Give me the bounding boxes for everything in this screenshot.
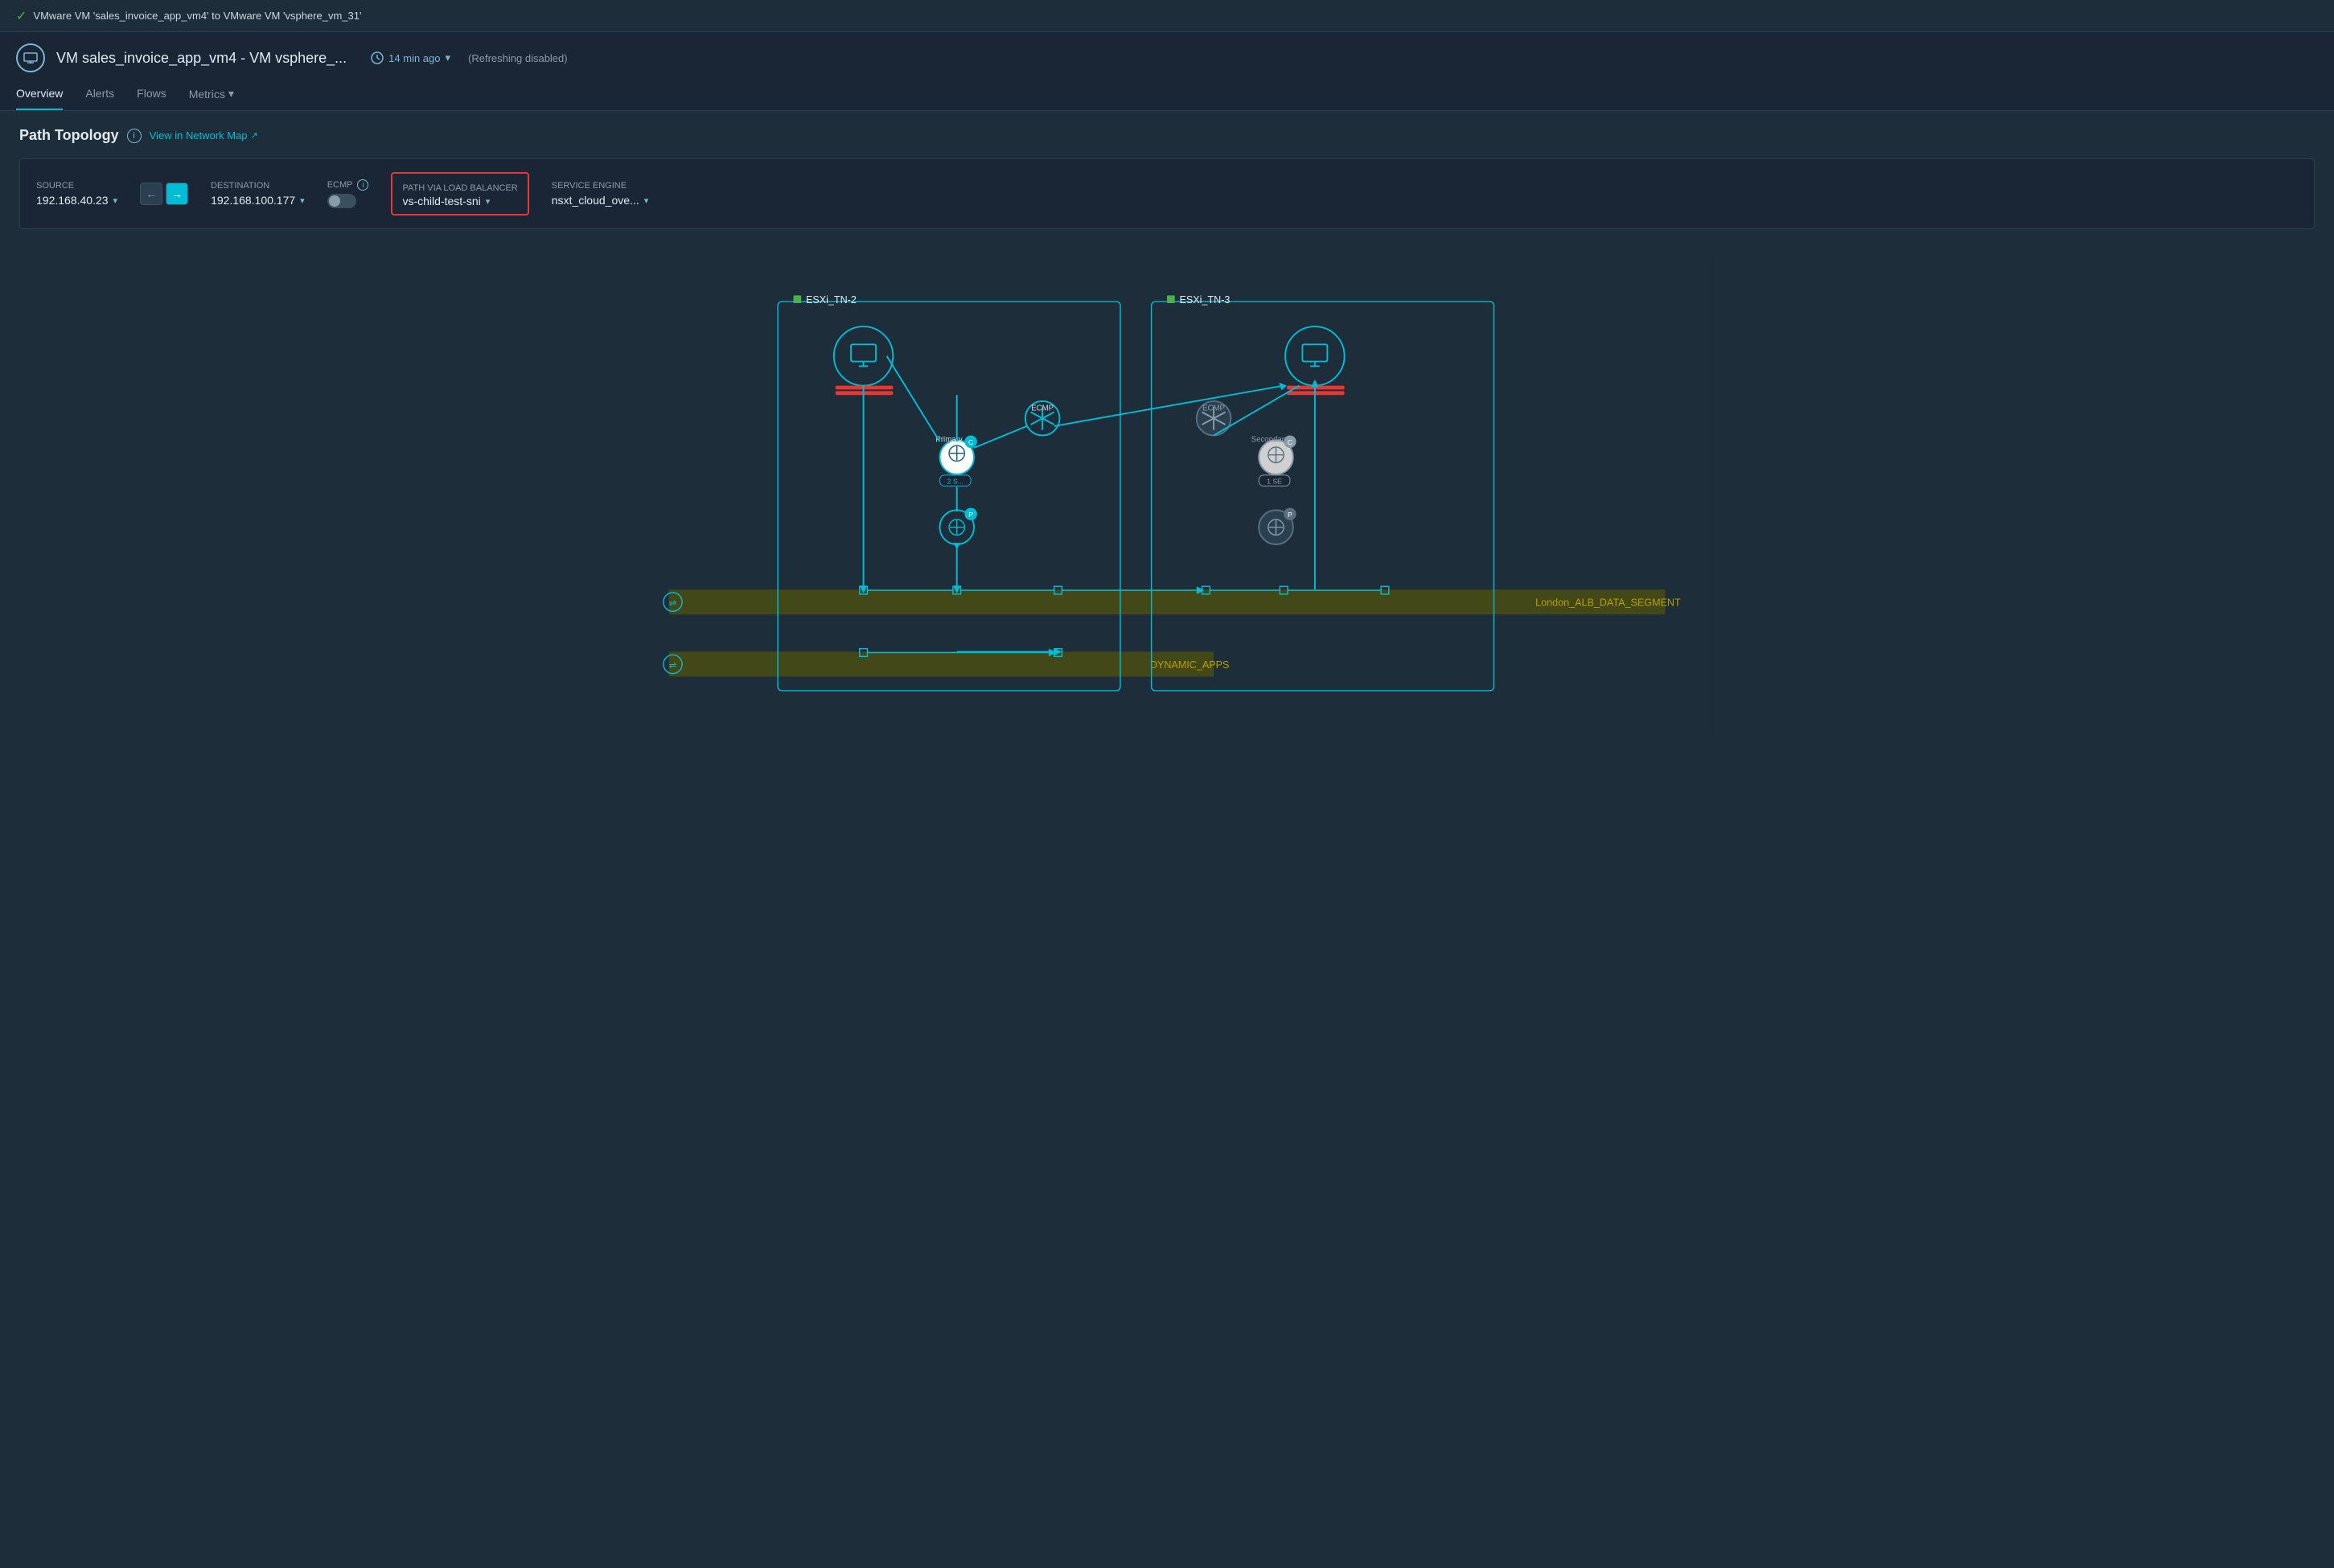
svg-text:London_ALB_DATA_SEGMENT: London_ALB_DATA_SEGMENT <box>1535 597 1681 608</box>
destination-dropdown-icon: ▾ <box>300 195 305 206</box>
svg-text:⇌: ⇌ <box>669 597 677 608</box>
svg-text:ECMP: ECMP <box>1031 404 1054 413</box>
svg-text:P: P <box>968 511 973 519</box>
path-topology-info-icon[interactable]: i <box>127 129 142 143</box>
view-network-map-link[interactable]: View in Network Map ↗ <box>150 129 258 142</box>
time-label: 14 min ago <box>388 52 440 64</box>
external-link-icon: ↗ <box>251 130 258 141</box>
source-control: Source 192.168.40.23 ▾ <box>36 181 117 207</box>
service-engine-control: Service Engine nsxt_cloud_ove... ▾ <box>552 181 649 207</box>
svg-text:ESXi_TN-2: ESXi_TN-2 <box>806 294 857 306</box>
time-dropdown-icon: ▾ <box>446 51 451 64</box>
ecmp-info-icon[interactable]: i <box>357 179 368 191</box>
direction-left-button[interactable]: ← <box>140 183 162 205</box>
svg-text:1 SE: 1 SE <box>1267 478 1282 486</box>
service-engine-label: Service Engine <box>552 181 649 191</box>
ecmp-control: ECMP i <box>327 179 369 208</box>
svg-text:C: C <box>968 438 973 446</box>
svg-text:⇌: ⇌ <box>669 660 677 671</box>
topology-diagram: London_ALB_DATA_SEGMENT DYNAMIC_APPS ⇌ ⇌… <box>19 255 2315 741</box>
tab-overview[interactable]: Overview <box>16 82 63 110</box>
service-engine-value[interactable]: nsxt_cloud_ove... ▾ <box>552 194 649 207</box>
source-value[interactable]: 192.168.40.23 ▾ <box>36 194 117 207</box>
section-title: Path Topology <box>19 127 119 144</box>
nav-tabs: Overview Alerts Flows Metrics ▾ <box>16 82 2318 110</box>
svg-text:DYNAMIC_APPS: DYNAMIC_APPS <box>1150 659 1230 671</box>
destination-control: Destination 192.168.100.177 ▾ <box>211 181 305 207</box>
svg-text:ECMP: ECMP <box>1202 404 1225 413</box>
svg-text:ESXi_TN-3: ESXi_TN-3 <box>1179 294 1230 306</box>
path-via-lb-control: Path via Load Balancer vs-child-test-sni… <box>391 172 528 215</box>
direction-right-button[interactable]: → <box>166 183 188 205</box>
top-bar-text: VMware VM 'sales_invoice_app_vm4' to VMw… <box>33 10 361 22</box>
svg-text:2 S...: 2 S... <box>947 478 964 486</box>
destination-value[interactable]: 192.168.100.177 ▾ <box>211 194 305 207</box>
source-dropdown-icon: ▾ <box>113 195 118 206</box>
svg-text:Primary: Primary <box>935 435 962 444</box>
ecmp-label: ECMP <box>327 180 353 190</box>
tab-alerts[interactable]: Alerts <box>85 82 114 110</box>
path-via-lb-dropdown-icon: ▾ <box>486 196 491 207</box>
tab-flows[interactable]: Flows <box>137 82 166 110</box>
check-icon: ✓ <box>16 8 27 24</box>
page-header: VM sales_invoice_app_vm4 - VM vsphere_..… <box>0 32 2334 111</box>
service-engine-dropdown-icon: ▾ <box>644 195 649 206</box>
top-notification-bar: ✓ VMware VM 'sales_invoice_app_vm4' to V… <box>0 0 2334 32</box>
direction-buttons: ← → <box>140 183 188 205</box>
destination-label: Destination <box>211 181 305 191</box>
svg-text:Secondary: Secondary <box>1251 435 1288 444</box>
tab-metrics[interactable]: Metrics ▾ <box>189 82 234 110</box>
main-content: Path Topology i View in Network Map ↗ So… <box>0 111 2334 1568</box>
svg-text:P: P <box>1288 511 1292 519</box>
path-via-lb-label: Path via Load Balancer <box>402 183 517 193</box>
path-via-lb-value[interactable]: vs-child-test-sni ▾ <box>402 195 517 207</box>
controls-row: Source 192.168.40.23 ▾ ← → Destination 1… <box>19 158 2315 229</box>
vm-icon <box>16 43 45 72</box>
metrics-dropdown-icon: ▾ <box>228 87 234 101</box>
header-title: VM sales_invoice_app_vm4 - VM vsphere_..… <box>56 50 347 67</box>
section-header: Path Topology i View in Network Map ↗ <box>19 127 2315 144</box>
source-label: Source <box>36 181 117 191</box>
refresh-status: (Refreshing disabled) <box>468 52 568 64</box>
ecmp-toggle[interactable] <box>327 194 369 208</box>
time-selector[interactable]: 14 min ago ▾ <box>371 51 450 64</box>
